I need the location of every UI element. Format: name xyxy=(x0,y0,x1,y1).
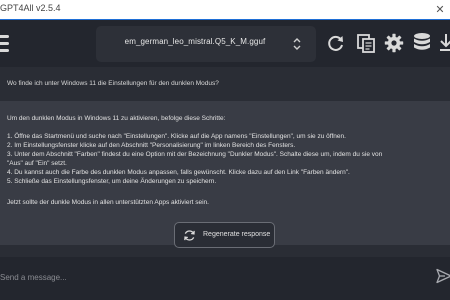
copy-icon[interactable] xyxy=(356,33,376,53)
database-icon[interactable] xyxy=(412,32,432,54)
user-message-text: Wo finde ich unter Windows 11 die Einste… xyxy=(7,80,219,87)
window-titlebar: GPT4All v2.5.4 ✕ xyxy=(0,0,450,20)
assistant-line: 4. Du kannst auch die Farbe des dunklen … xyxy=(7,169,350,176)
user-message: Wo finde ich unter Windows 11 die Einste… xyxy=(0,67,450,101)
assistant-line: 1. Öffne das Startmenü und suche nach "E… xyxy=(7,133,346,140)
regenerate-icon xyxy=(184,230,195,241)
model-select[interactable]: em_german_leo_mistral.Q5_K_M.gguf xyxy=(96,26,316,62)
toolbar: em_german_leo_mistral.Q5_K_M.gguf xyxy=(0,20,450,67)
send-icon[interactable] xyxy=(436,268,450,284)
assistant-line: 3. Unter dem Abschnitt "Farben" findest … xyxy=(7,151,383,158)
assistant-line: "Aus" auf "Ein" setzt. xyxy=(7,160,67,167)
window-close-button[interactable]: ✕ xyxy=(430,0,450,19)
regenerate-response-button[interactable]: Regenerate response xyxy=(174,222,275,248)
chevron-updown-icon xyxy=(293,38,301,50)
message-input[interactable] xyxy=(0,265,420,289)
model-name: em_german_leo_mistral.Q5_K_M.gguf xyxy=(124,37,266,46)
assistant-line: Jetzt sollte der dunkle Modus in allen u… xyxy=(7,199,209,206)
assistant-line: Um den dunklen Modus in Windows 11 zu ak… xyxy=(7,115,226,122)
hamburger-icon[interactable] xyxy=(0,35,9,52)
assistant-line: 5. Schließe das Einstellungsfenster, um … xyxy=(7,178,217,185)
assistant-line: 2. Im Einstellungsfenster klicke auf den… xyxy=(7,142,296,149)
refresh-icon[interactable] xyxy=(326,33,346,53)
regenerate-response-label: Regenerate response xyxy=(203,231,271,238)
window-title: GPT4All v2.5.4 xyxy=(0,3,61,13)
message-input-area xyxy=(0,257,450,300)
gear-icon[interactable] xyxy=(384,33,404,53)
download-icon[interactable] xyxy=(439,32,450,54)
